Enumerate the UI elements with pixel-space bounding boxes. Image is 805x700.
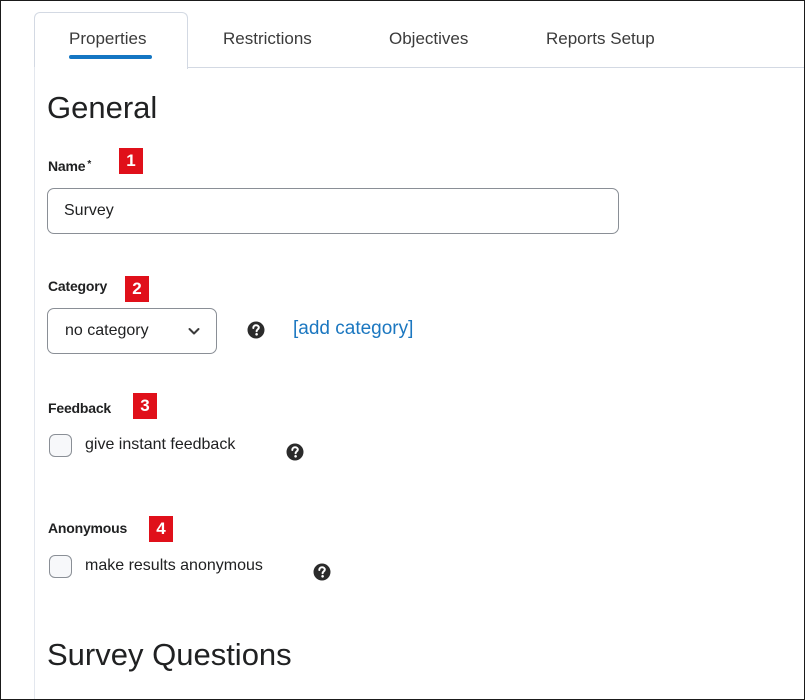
anonymous-results-checkbox[interactable] [49,555,72,578]
survey-properties-panel: Properties Restrictions Objectives Repor… [0,0,805,700]
name-label-text: Name [48,158,86,174]
callout-badge-3: 3 [133,393,157,419]
tab-objectives[interactable]: Objectives [389,29,468,49]
survey-questions-heading: Survey Questions [47,637,292,672]
tab-bar: Properties Restrictions Objectives Repor… [1,1,804,69]
name-input[interactable] [47,188,619,234]
instant-feedback-label[interactable]: give instant feedback [85,436,235,454]
required-mark: * [87,159,92,170]
category-label: Category [48,278,108,294]
feedback-help-icon[interactable] [286,443,304,461]
callout-badge-1: 1 [119,148,143,174]
instant-feedback-checkbox[interactable] [49,434,72,457]
anonymous-results-label[interactable]: make results anonymous [85,557,263,575]
active-tab-indicator [69,55,152,59]
tab-properties[interactable]: Properties [69,29,146,49]
category-help-icon[interactable] [247,321,265,339]
category-select-value: no category [65,322,149,339]
tab-divider [187,67,804,68]
anonymous-label: Anonymous [48,520,128,536]
tab-reports-setup[interactable]: Reports Setup [546,29,655,49]
feedback-label: Feedback [48,400,111,416]
tab-restrictions[interactable]: Restrictions [223,29,312,49]
callout-badge-4: 4 [149,516,173,542]
category-select[interactable]: no category [47,308,217,354]
anonymous-help-icon[interactable] [313,563,331,581]
callout-badge-2: 2 [125,276,149,302]
chevron-down-icon [188,328,200,335]
general-heading: General [47,90,158,125]
name-label: Name * [48,158,91,174]
content-left-rule [34,67,35,699]
add-category-link[interactable]: [add category] [293,318,413,340]
